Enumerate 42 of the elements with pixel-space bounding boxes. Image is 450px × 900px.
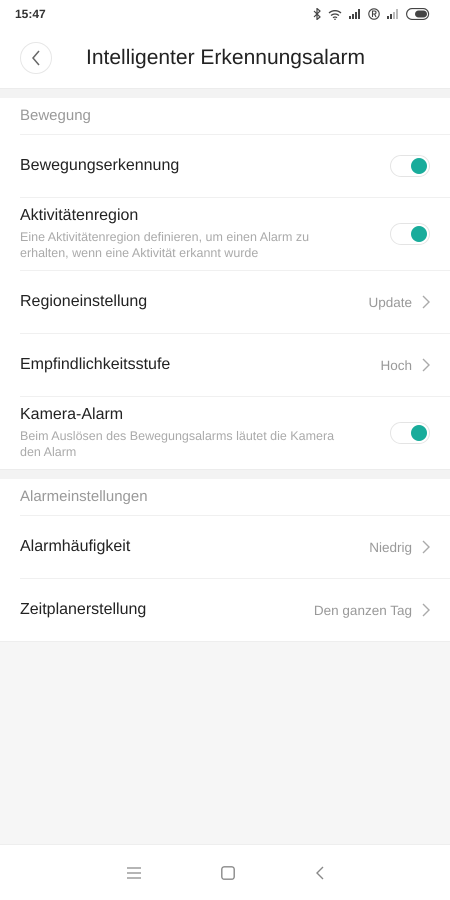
row-label: Zeitplanerstellung	[20, 601, 148, 619]
row-label: Kamera-Alarm	[20, 406, 124, 424]
signal-icon	[349, 9, 361, 19]
toggle-switch[interactable]	[390, 155, 430, 177]
settings-row[interactable]: Aktivitätenregion Eine Aktivitätenregion definieren, um einen Alarm zu erhalten, wenn eine Aktivität erkannt wurde	[20, 198, 450, 271]
settings-row[interactable]: Zeitplanerstellung Den ganzen Tag	[20, 579, 450, 641]
row-description: Eine Aktivitätenregion definieren, um einen Alarm zu erhalten, wenn eine Aktivität erkannt wurde	[20, 228, 310, 262]
back-button[interactable]	[20, 42, 52, 74]
back-icon[interactable]	[314, 866, 324, 880]
row-value: Hoch	[380, 358, 412, 372]
roaming-icon	[368, 8, 380, 20]
toggle-switch[interactable]	[390, 223, 430, 245]
settings-row[interactable]: Empfindlichkeitsstufe Hoch	[20, 334, 450, 397]
bluetooth-icon	[313, 8, 321, 20]
signal-icon	[387, 9, 399, 19]
chevron-icon	[422, 603, 430, 617]
home-icon[interactable]	[220, 866, 234, 880]
chevron-icon	[422, 295, 430, 309]
row-label: Alarmhäufigkeit	[20, 538, 132, 556]
chevron-icon	[422, 540, 430, 554]
status-time: 15:47	[15, 7, 46, 21]
settings-row[interactable]: Kamera-Alarm Beim Auslösen des Bewegungsalarms läutet die Kamera den Alarm	[20, 397, 450, 469]
row-label: Bewegungserkennung	[20, 157, 180, 175]
row-label: Empfindlichkeitsstufe	[20, 356, 172, 374]
row-label: Aktivitätenregion	[20, 206, 140, 225]
section-title: Alarmeinstellungen	[20, 479, 450, 516]
battery-icon	[406, 8, 430, 20]
back-chevron-icon	[31, 50, 41, 66]
row-label: Regioneinstellung	[20, 293, 148, 311]
row-value: Den ganzen Tag	[314, 602, 412, 618]
toggle-switch[interactable]	[390, 422, 430, 444]
settings-row[interactable]: Bewegungserkennung	[20, 135, 450, 198]
row-description: Beim Auslösen des Bewegungsalarms läutet die Kamera den Alarm	[20, 428, 336, 460]
settings-row[interactable]: Alarmhäufigkeit Niedrig	[20, 516, 450, 579]
settings-row[interactable]: Regioneinstellung Update	[20, 271, 450, 334]
wifi-icon	[328, 8, 342, 20]
page-title: Intelligenter Erkennungsalarm	[86, 46, 365, 70]
section-title: Bewegung	[20, 98, 450, 135]
menu-icon[interactable]	[126, 866, 140, 878]
row-value: Niedrig	[369, 540, 412, 554]
row-value: Update	[368, 294, 412, 310]
chevron-icon	[422, 358, 430, 372]
